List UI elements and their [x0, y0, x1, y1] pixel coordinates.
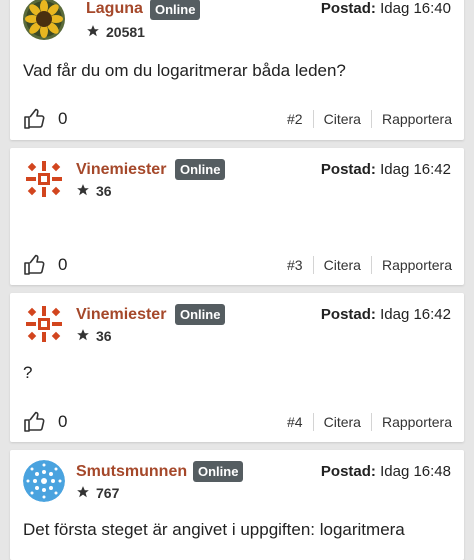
divider [312, 256, 314, 274]
divider [370, 110, 372, 128]
like-button[interactable]: 0 [23, 253, 67, 277]
user-rating: 36 [76, 183, 112, 199]
quote-button[interactable]: Citera [324, 414, 361, 430]
post-body: Vad får du om du logaritmerar båda leden… [23, 61, 346, 80]
like-button[interactable]: 0 [23, 107, 67, 131]
user-avatar[interactable] [23, 0, 65, 40]
star-icon [87, 25, 99, 37]
posted-label: Postad: [320, 161, 376, 178]
like-count: 0 [58, 412, 68, 431]
post-number-link[interactable]: #3 [287, 257, 303, 273]
post-body: Det första steget är angivet i uppgiften… [23, 520, 405, 539]
report-button[interactable]: Rapportera [382, 257, 452, 273]
rating-value: 20581 [106, 24, 145, 40]
post-card: Vinemiester Online 36 Postad: Idag 16:42… [10, 148, 464, 285]
post-card: Laguna Online 20581 Postad: Idag 16:40 V… [10, 0, 464, 140]
divider [370, 256, 372, 274]
username-link[interactable]: Vinemiester [76, 306, 166, 324]
posted-label: Postad: [320, 463, 376, 480]
sunflower-icon [23, 0, 65, 40]
post-timestamp: Postad: Idag 16:42 [321, 306, 451, 323]
like-count: 0 [58, 255, 68, 274]
thumbs-up-icon [24, 254, 45, 275]
user-avatar[interactable] [23, 460, 65, 502]
post-body: ? [23, 363, 33, 382]
online-status-badge: Online [175, 159, 226, 180]
username-link[interactable]: Vinemiester [76, 161, 166, 179]
user-rating: 36 [76, 328, 112, 344]
post-footer: 0 #4 Citera Rapportera [10, 405, 464, 439]
divider [370, 413, 372, 431]
rating-value: 36 [96, 328, 112, 344]
divider [312, 110, 314, 128]
star-icon [77, 329, 89, 341]
report-button[interactable]: Rapportera [382, 111, 452, 127]
username-link[interactable]: Laguna [86, 0, 143, 18]
user-rating: 20581 [86, 24, 145, 40]
post-footer: 0 #3 Citera Rapportera [10, 248, 464, 282]
blue-pattern-icon [23, 460, 65, 502]
posted-label: Postad: [320, 306, 376, 323]
quote-button[interactable]: Citera [324, 257, 361, 273]
posted-time: Idag 16:40 [380, 0, 451, 17]
like-count: 0 [58, 109, 68, 128]
red-pattern-icon [23, 158, 65, 200]
like-button[interactable]: 0 [23, 410, 67, 434]
post-timestamp: Postad: Idag 16:48 [321, 463, 451, 480]
post-number-link[interactable]: #2 [287, 111, 303, 127]
user-rating: 767 [76, 485, 119, 501]
rating-value: 767 [96, 485, 120, 501]
user-avatar[interactable] [23, 303, 65, 345]
online-status-badge: Online [193, 461, 244, 482]
user-avatar[interactable] [23, 158, 65, 200]
post-timestamp: Postad: Idag 16:40 [321, 0, 451, 17]
post-number-link[interactable]: #4 [287, 414, 303, 430]
post-actions: #4 Citera Rapportera [287, 413, 452, 431]
posted-label: Postad: [320, 0, 376, 17]
divider [312, 413, 314, 431]
post-card: Smutsmunnen Online 767 Postad: Idag 16:4… [10, 450, 464, 560]
username-link[interactable]: Smutsmunnen [76, 463, 187, 481]
quote-button[interactable]: Citera [324, 111, 361, 127]
post-actions: #3 Citera Rapportera [287, 256, 452, 274]
red-pattern-icon [23, 303, 65, 345]
online-status-badge: Online [175, 304, 226, 325]
post-footer: 0 #2 Citera Rapportera [10, 102, 464, 136]
thumbs-up-icon [24, 108, 45, 129]
posted-time: Idag 16:42 [380, 161, 451, 178]
post-timestamp: Postad: Idag 16:42 [321, 161, 451, 178]
post-actions: #2 Citera Rapportera [287, 110, 452, 128]
star-icon [77, 184, 89, 196]
posted-time: Idag 16:48 [380, 463, 451, 480]
star-icon [77, 486, 89, 498]
online-status-badge: Online [150, 0, 201, 20]
report-button[interactable]: Rapportera [382, 414, 452, 430]
post-card: Vinemiester Online 36 Postad: Idag 16:42… [10, 293, 464, 442]
forum-thread: Laguna Online 20581 Postad: Idag 16:40 V… [0, 0, 474, 560]
thumbs-up-icon [24, 411, 45, 432]
posted-time: Idag 16:42 [380, 306, 451, 323]
rating-value: 36 [96, 183, 112, 199]
